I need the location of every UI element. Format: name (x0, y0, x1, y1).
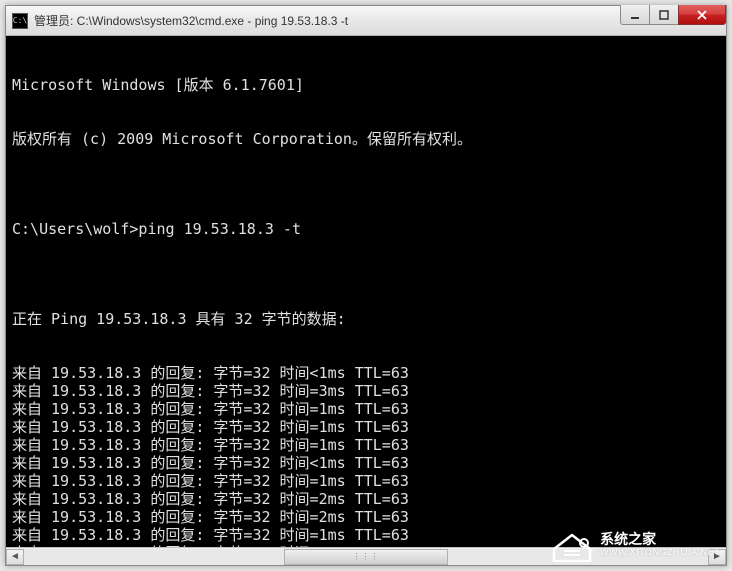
minimize-icon (630, 10, 640, 20)
watermark-url: WWW.XITONGZHIJIA.NET (600, 548, 720, 558)
watermark-logo-icon (550, 527, 594, 563)
ping-reply-line: 来自 19.53.18.3 的回复: 字节=32 时间=3ms TTL=63 (12, 382, 720, 400)
terminal-line: 版权所有 (c) 2009 Microsoft Corporation。保留所有… (12, 130, 720, 148)
terminal-line: Microsoft Windows [版本 6.1.7601] (12, 76, 720, 94)
close-icon (696, 10, 708, 20)
maximize-icon (659, 10, 669, 20)
close-button[interactable] (678, 5, 726, 25)
watermark: 系统之家 WWW.XITONGZHIJIA.NET (550, 527, 720, 563)
cmd-window: C:\ 管理员: C:\Windows\system32\cmd.exe - p… (5, 5, 727, 566)
ping-reply-line: 来自 19.53.18.3 的回复: 字节=32 时间=2ms TTL=63 (12, 508, 720, 526)
ping-reply-line: 来自 19.53.18.3 的回复: 字节=32 时间=1ms TTL=63 (12, 472, 720, 490)
ping-reply-line: 来自 19.53.18.3 的回复: 字节=32 时间<1ms TTL=63 (12, 454, 720, 472)
ping-header: 正在 Ping 19.53.18.3 具有 32 字节的数据: (12, 310, 720, 328)
terminal-output[interactable]: Microsoft Windows [版本 6.1.7601] 版权所有 (c)… (6, 36, 726, 547)
scroll-left-button[interactable]: ◄ (6, 549, 24, 565)
watermark-brand: 系统之家 (600, 532, 720, 547)
minimize-button[interactable] (620, 5, 650, 25)
maximize-button[interactable] (649, 5, 679, 25)
app-icon: C:\ (12, 13, 28, 29)
titlebar[interactable]: C:\ 管理员: C:\Windows\system32\cmd.exe - p… (6, 6, 726, 36)
scrollbar-thumb[interactable]: ⋮⋮⋮ (284, 549, 448, 565)
prompt-line: C:\Users\wolf>ping 19.53.18.3 -t (12, 220, 720, 238)
ping-replies: 来自 19.53.18.3 的回复: 字节=32 时间<1ms TTL=63来自… (12, 364, 720, 547)
ping-reply-line: 来自 19.53.18.3 的回复: 字节=32 时间<1ms TTL=63 (12, 364, 720, 382)
ping-reply-line: 来自 19.53.18.3 的回复: 字节=32 时间=2ms TTL=63 (12, 490, 720, 508)
ping-reply-line: 来自 19.53.18.3 的回复: 字节=32 时间=1ms TTL=63 (12, 418, 720, 436)
window-controls (621, 5, 726, 25)
ping-reply-line: 来自 19.53.18.3 的回复: 字节=32 时间=1ms TTL=63 (12, 436, 720, 454)
window-title: 管理员: C:\Windows\system32\cmd.exe - ping … (34, 12, 348, 29)
ping-reply-line: 来自 19.53.18.3 的回复: 字节=32 时间=1ms TTL=63 (12, 400, 720, 418)
